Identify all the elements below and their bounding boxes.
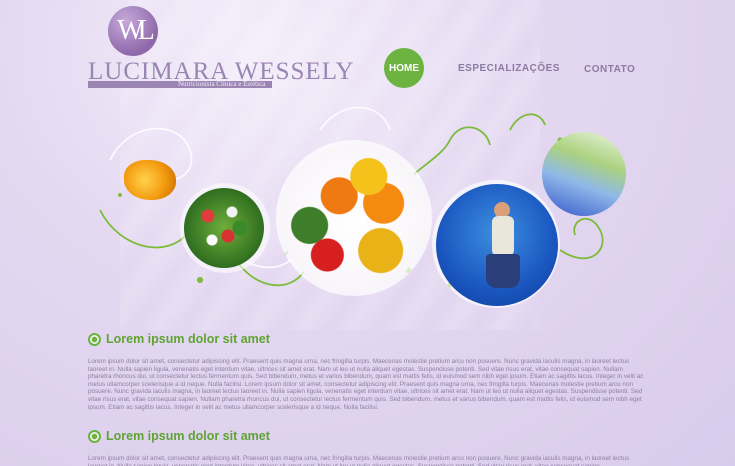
- nav-especializacoes-link[interactable]: ESPECIALIZAÇÕES: [458, 63, 560, 74]
- logo-tagline: Nutricionista Clínica e Estética: [178, 80, 266, 88]
- decorative-bubble: [542, 132, 626, 216]
- section-text-2: Lorem ipsum dolor sit amet, consectetur …: [88, 455, 630, 466]
- section-heading-1: Lorem ipsum dolor sit amet: [88, 332, 270, 346]
- orange-slice-image: [124, 160, 176, 200]
- section-text-1: Lorem ipsum dolor sit amet, consectetur …: [88, 358, 644, 411]
- green-bullet-icon: [88, 429, 101, 443]
- section-title-2: Lorem ipsum dolor sit amet: [106, 429, 270, 443]
- fruit-vegetables-image: [280, 144, 428, 292]
- section-title-1: Lorem ipsum dolor sit amet: [106, 332, 270, 346]
- section-heading-2: Lorem ipsum dolor sit amet: [88, 429, 270, 443]
- logo-monogram[interactable]: WL: [108, 6, 158, 56]
- jumper-body: [492, 216, 514, 256]
- jumping-woman-image: [436, 184, 558, 306]
- jumper-legs: [486, 254, 520, 288]
- salad-image: [184, 188, 264, 268]
- nav-home-button[interactable]: HOME: [384, 48, 424, 88]
- green-bullet-icon: [88, 332, 101, 346]
- nav-contato-link[interactable]: CONTATO: [584, 64, 635, 75]
